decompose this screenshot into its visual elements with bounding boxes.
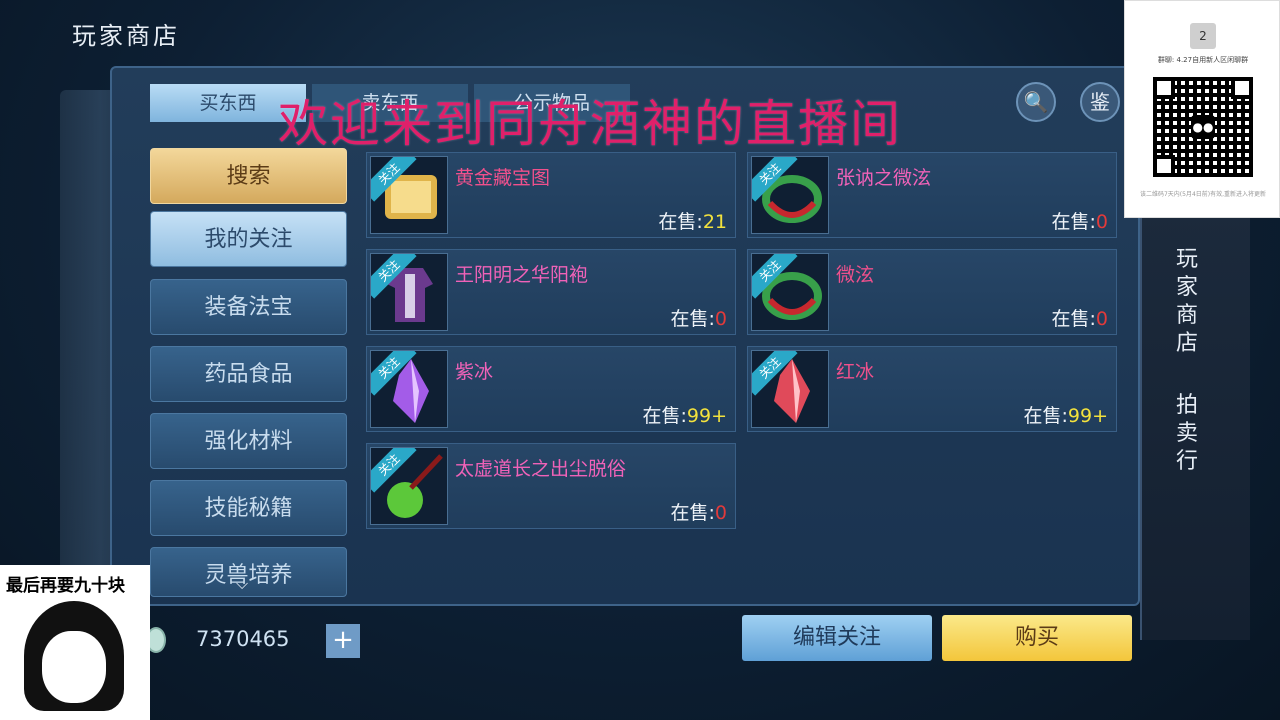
edit-favorites-button[interactable]: 编辑关注 xyxy=(742,615,932,661)
qr-code: ●● xyxy=(1153,77,1253,177)
item-name: 红冰 xyxy=(836,361,875,383)
sidebar-item-skills[interactable]: 技能秘籍 xyxy=(150,480,347,536)
magnifier-icon[interactable]: 🔍 xyxy=(1016,82,1056,122)
side-tab-auction[interactable]: 拍卖行 xyxy=(1172,392,1202,476)
item-card[interactable]: 关注 张讷之微泫 在售:0 xyxy=(747,152,1117,238)
item-sale-count: 在售:99+ xyxy=(642,405,727,427)
sidebar-item-equipment[interactable]: 装备法宝 xyxy=(150,279,347,335)
purple-crystal-icon: 关注 xyxy=(370,350,448,428)
qr-footer-text: 该二维码7天内(5月4日前)有效,重新进入将更新 xyxy=(1139,191,1267,198)
sidebar-item-materials[interactable]: 强化材料 xyxy=(150,413,347,469)
item-name: 微泫 xyxy=(836,264,875,286)
qr-overlay: 2 群聊: 4.27自用新人区闲聊群 ●● 该二维码7天内(5月4日前)有效,重… xyxy=(1124,0,1280,218)
window-title: 玩家商店 xyxy=(72,22,180,50)
item-card[interactable]: 关注 黄金藏宝图 在售:21 xyxy=(366,152,736,238)
meme-overlay: 最后再要九十块 xyxy=(0,565,150,720)
item-sale-count: 在售:0 xyxy=(670,308,728,330)
sidebar-item-favorites[interactable]: 我的关注 xyxy=(150,211,347,267)
item-name: 王阳明之华阳袍 xyxy=(455,264,589,286)
add-currency-button[interactable]: + xyxy=(326,624,360,658)
item-name: 张讷之微泫 xyxy=(836,167,932,189)
qr-corner xyxy=(1231,77,1253,99)
item-card[interactable]: 关注 微泫 在售:0 xyxy=(747,249,1117,335)
group-avatar: 2 xyxy=(1190,23,1216,49)
item-card[interactable]: 关注 太虚道长之出尘脱俗 在售:0 xyxy=(366,443,736,529)
stream-watermark: 欢迎来到同舟酒神的直播间 xyxy=(278,95,902,153)
meme-face-icon xyxy=(24,601,124,711)
item-card[interactable]: 关注 红冰 在售:99+ xyxy=(747,346,1117,432)
sidebar-item-search[interactable]: 搜索 xyxy=(150,148,347,204)
item-name: 黄金藏宝图 xyxy=(455,167,551,189)
green-orb-icon: 关注 xyxy=(370,447,448,525)
wechat-icon: ●● xyxy=(1191,115,1215,139)
chevron-down-icon[interactable]: ⌵ xyxy=(236,574,248,594)
red-crystal-icon: 关注 xyxy=(751,350,829,428)
item-sale-count: 在售:99+ xyxy=(1023,405,1108,427)
qr-corner xyxy=(1153,155,1175,177)
item-sale-count: 在售:0 xyxy=(1051,308,1109,330)
qr-group-text: 群聊: 4.27自用新人区闲聊群 xyxy=(1157,56,1249,64)
robe-icon: 关注 xyxy=(370,253,448,331)
appraise-button[interactable]: 鉴 xyxy=(1080,82,1120,122)
side-tab-player-shop[interactable]: 玩家商店 xyxy=(1172,246,1202,358)
item-sale-count: 在售:0 xyxy=(670,502,728,524)
item-card[interactable]: 关注 王阳明之华阳袍 在售:0 xyxy=(366,249,736,335)
bangle-icon: 关注 xyxy=(751,253,829,331)
bangle-icon: 关注 xyxy=(751,156,829,234)
sidebar-item-pets[interactable]: 灵兽培养 xyxy=(150,547,347,597)
item-name: 太虚道长之出尘脱俗 xyxy=(455,458,627,480)
qr-corner xyxy=(1153,77,1175,99)
meme-caption: 最后再要九十块 xyxy=(6,576,125,596)
buy-button[interactable]: 购买 xyxy=(942,615,1132,661)
treasure-map-icon: 关注 xyxy=(370,156,448,234)
sidebar-item-medicine[interactable]: 药品食品 xyxy=(150,346,347,402)
currency-amount: 7370465 xyxy=(196,627,290,651)
item-sale-count: 在售:0 xyxy=(1051,211,1109,233)
item-sale-count: 在售:21 xyxy=(658,211,727,233)
item-name: 紫冰 xyxy=(455,361,494,383)
item-card[interactable]: 关注 紫冰 在售:99+ xyxy=(366,346,736,432)
